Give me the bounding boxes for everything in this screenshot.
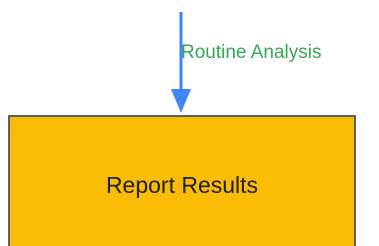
edge-label: Routine Analysis — [181, 42, 321, 63]
report-results-label: Report Results — [106, 172, 258, 198]
flow-arrowhead — [171, 89, 191, 113]
flow-diagram: Routine Analysis Report Results — [8, 12, 356, 246]
